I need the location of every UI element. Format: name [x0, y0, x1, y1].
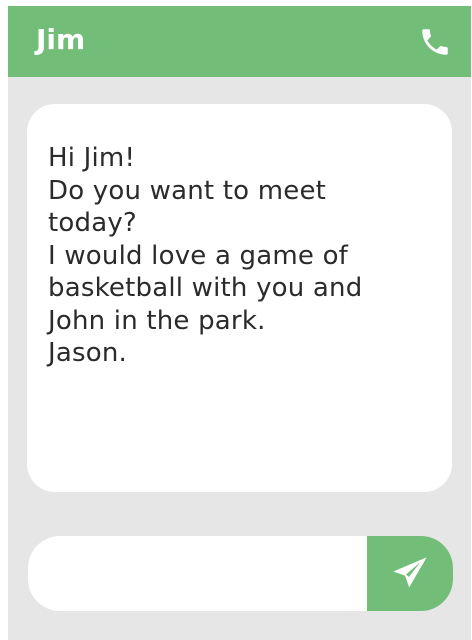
- chat-header: Jim: [8, 6, 471, 77]
- message-line: John in the park.: [48, 305, 266, 336]
- contact-name: Jim: [36, 23, 86, 56]
- phone-icon: [422, 29, 448, 55]
- message-line: I would love a game of: [48, 240, 349, 271]
- send-button[interactable]: [367, 536, 453, 611]
- message-line: today?: [48, 208, 137, 238]
- message-bubble: Hi Jim! Do you want to meet today? I wou…: [27, 104, 452, 492]
- message-composer: [28, 536, 453, 611]
- paper-plane-icon: [393, 556, 427, 587]
- message-line: basketball with you and: [48, 273, 363, 303]
- message-input[interactable]: [28, 536, 368, 611]
- message-line: Jason.: [48, 338, 127, 368]
- message-line: Do you want to meet: [48, 175, 327, 206]
- chat-screen: Jim Hi Jim! Do you want to meet today? I…: [8, 6, 471, 640]
- message-line: Hi Jim!: [48, 143, 136, 173]
- call-button[interactable]: [413, 20, 457, 64]
- message-text: Hi Jim! Do you want to meet today? I wou…: [48, 142, 448, 370]
